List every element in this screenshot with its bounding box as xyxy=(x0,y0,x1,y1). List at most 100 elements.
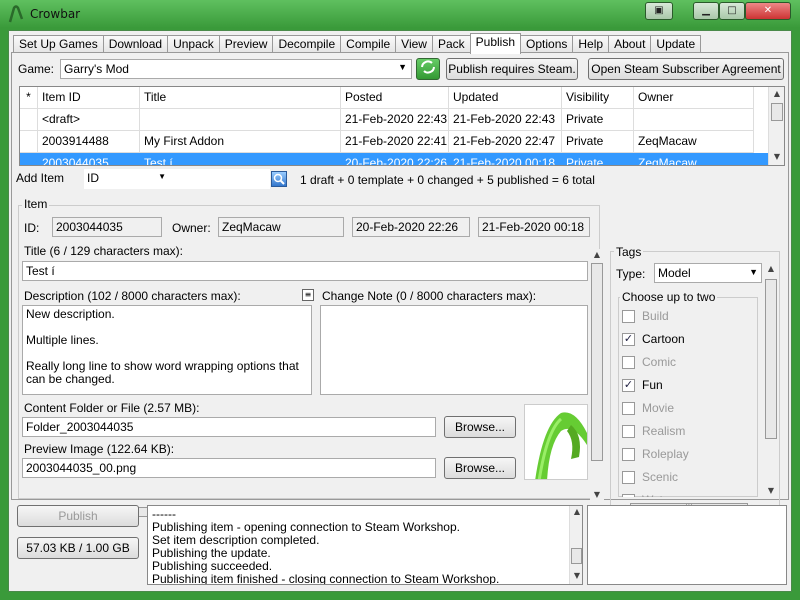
tab-publish[interactable]: Publish xyxy=(469,33,522,54)
content-input[interactable]: Folder_2003044035 xyxy=(22,417,436,437)
tag-label: Comic xyxy=(642,355,677,369)
log-scrollbar[interactable]: ▲ ▼ xyxy=(569,506,582,584)
game-select[interactable]: Garry's Mod ▼ xyxy=(60,59,412,79)
table-row[interactable]: <draft> 21-Feb-2020 22:43 21-Feb-2020 22:4… xyxy=(20,109,768,131)
publish-requires-steam-button[interactable]: Publish requires Steam. xyxy=(446,58,578,80)
scroll-up-icon[interactable]: ▲ xyxy=(590,249,604,261)
tab-preview[interactable]: Preview xyxy=(218,35,274,53)
tab-download[interactable]: Download xyxy=(102,35,169,53)
scroll-thumb[interactable] xyxy=(571,548,582,564)
checkbox[interactable] xyxy=(622,494,635,497)
tag-roleplay[interactable]: Roleplay xyxy=(622,445,752,465)
cell-star xyxy=(20,153,38,165)
header-star[interactable]: * xyxy=(20,87,38,109)
header-title[interactable]: Title xyxy=(140,87,341,109)
checkbox[interactable]: ✓ xyxy=(622,333,635,346)
scroll-up-icon[interactable]: ▲ xyxy=(770,88,784,100)
browse-content-button[interactable]: Browse... xyxy=(444,416,516,438)
items-grid[interactable]: * Item ID Title Posted Updated Visibilit… xyxy=(19,86,785,166)
minimize-button[interactable]: ▁ xyxy=(693,2,719,20)
tag-build[interactable]: Build xyxy=(622,307,752,327)
table-row[interactable]: 2003044035 Test í 20-Feb-2020 22:26 21-Feb-… xyxy=(20,153,768,165)
owner-label: Owner: xyxy=(172,221,211,235)
tag-label: Build xyxy=(642,309,669,323)
tab-about[interactable]: About xyxy=(608,35,652,53)
browse-preview-button[interactable]: Browse... xyxy=(444,457,516,479)
search-field-select[interactable]: ID ▼ xyxy=(84,169,168,189)
maximize-button[interactable]: □ xyxy=(719,2,745,20)
tag-water[interactable]: Water xyxy=(622,491,752,497)
word-wrap-icon[interactable]: ≡ xyxy=(302,289,314,301)
tab-help[interactable]: Help xyxy=(572,35,610,53)
scroll-thumb[interactable] xyxy=(591,263,603,461)
tags-group-label: Tags xyxy=(614,245,644,259)
checkbox[interactable] xyxy=(622,448,635,461)
tab-view[interactable]: View xyxy=(395,35,433,53)
checkbox[interactable] xyxy=(622,310,635,323)
title-bar[interactable]: Crowbar ▣ ▁ □ ✕ xyxy=(0,0,800,28)
publish-button[interactable]: Publish xyxy=(17,505,139,527)
posted-field: 20-Feb-2020 22:26 xyxy=(352,217,470,237)
tab-unpack[interactable]: Unpack xyxy=(167,35,220,53)
scroll-down-icon[interactable]: ▼ xyxy=(590,489,604,501)
scroll-thumb[interactable] xyxy=(765,279,777,439)
tab-options[interactable]: Options xyxy=(520,35,574,53)
tag-fun[interactable]: ✓ Fun xyxy=(622,376,752,396)
owner-field: ZeqMacaw xyxy=(218,217,344,237)
close-button[interactable]: ✕ xyxy=(745,2,791,20)
refresh-icon[interactable] xyxy=(416,58,440,80)
tab-update[interactable]: Update xyxy=(650,35,702,53)
cell-title: My First Addon xyxy=(140,131,341,153)
checkbox[interactable] xyxy=(622,402,635,415)
cell-owner: ZeqMacaw xyxy=(634,131,754,153)
table-row[interactable]: 2003914488 My First Addon 21-Feb-2020 22:4… xyxy=(20,131,768,153)
preview-input[interactable]: 2003044035_00.png xyxy=(22,458,436,478)
cell-posted: 21-Feb-2020 22:43 xyxy=(341,109,449,131)
header-visibility[interactable]: Visibility xyxy=(562,87,634,109)
header-item-id[interactable]: Item ID xyxy=(38,87,140,109)
tags-scrollbar[interactable]: ▲ ▼ xyxy=(764,263,778,499)
tag-scenic[interactable]: Scenic xyxy=(622,468,752,488)
scroll-down-icon[interactable]: ▼ xyxy=(764,485,778,497)
tab-set-up-games[interactable]: Set Up Games xyxy=(13,35,104,53)
log-textbox[interactable]: ------ Publishing item - opening connecti… xyxy=(147,505,583,585)
tab-compile[interactable]: Compile xyxy=(340,35,397,53)
checkbox[interactable] xyxy=(622,425,635,438)
item-id-field: 2003044035 xyxy=(52,217,162,237)
header-owner[interactable]: Owner xyxy=(634,87,754,109)
checkbox[interactable] xyxy=(622,471,635,484)
tab-pack[interactable]: Pack xyxy=(431,35,471,53)
scroll-thumb[interactable] xyxy=(771,103,783,121)
checkbox[interactable] xyxy=(622,356,635,369)
chevron-down-icon: ▼ xyxy=(749,267,758,277)
scroll-down-icon[interactable]: ▼ xyxy=(570,570,584,582)
restore-window-icon[interactable]: ▣ xyxy=(645,2,673,20)
chevron-down-icon: ▼ xyxy=(158,172,166,181)
checkbox[interactable]: ✓ xyxy=(622,379,635,392)
description-textarea[interactable]: New description. Multiple lines. Really lo… xyxy=(22,305,312,395)
tab-decompile[interactable]: Decompile xyxy=(272,35,342,53)
preview-label: Preview Image (122.64 KB): xyxy=(24,442,175,456)
tag-realism[interactable]: Realism xyxy=(622,422,752,442)
search-icon[interactable] xyxy=(271,171,287,187)
scroll-up-icon[interactable]: ▲ xyxy=(764,263,778,275)
tag-type-select[interactable]: Model ▼ xyxy=(654,263,762,283)
scroll-up-icon[interactable]: ▲ xyxy=(570,506,584,518)
cell-visibility: Private xyxy=(562,109,634,131)
add-item-button[interactable]: Add Item xyxy=(16,168,82,190)
tag-movie[interactable]: Movie xyxy=(622,399,752,419)
item-scrollbar[interactable]: ▲ ▼ xyxy=(590,249,604,503)
header-posted[interactable]: Posted xyxy=(341,87,449,109)
secondary-log-box[interactable] xyxy=(587,505,787,585)
header-updated[interactable]: Updated xyxy=(449,87,562,109)
grid-scrollbar[interactable]: ▲ ▼ xyxy=(768,87,784,165)
title-input[interactable]: Test í xyxy=(22,261,588,281)
tag-comic[interactable]: Comic xyxy=(622,353,752,373)
quota-display: 57.03 KB / 1.00 GB xyxy=(17,537,139,559)
title-label: Title (6 / 129 characters max): xyxy=(24,244,183,258)
open-agreement-button[interactable]: Open Steam Subscriber Agreement xyxy=(588,58,784,80)
change-note-textarea[interactable] xyxy=(320,305,588,395)
search-input[interactable] xyxy=(168,169,270,189)
tag-cartoon[interactable]: ✓ Cartoon xyxy=(622,330,752,350)
scroll-down-icon[interactable]: ▼ xyxy=(770,151,784,163)
